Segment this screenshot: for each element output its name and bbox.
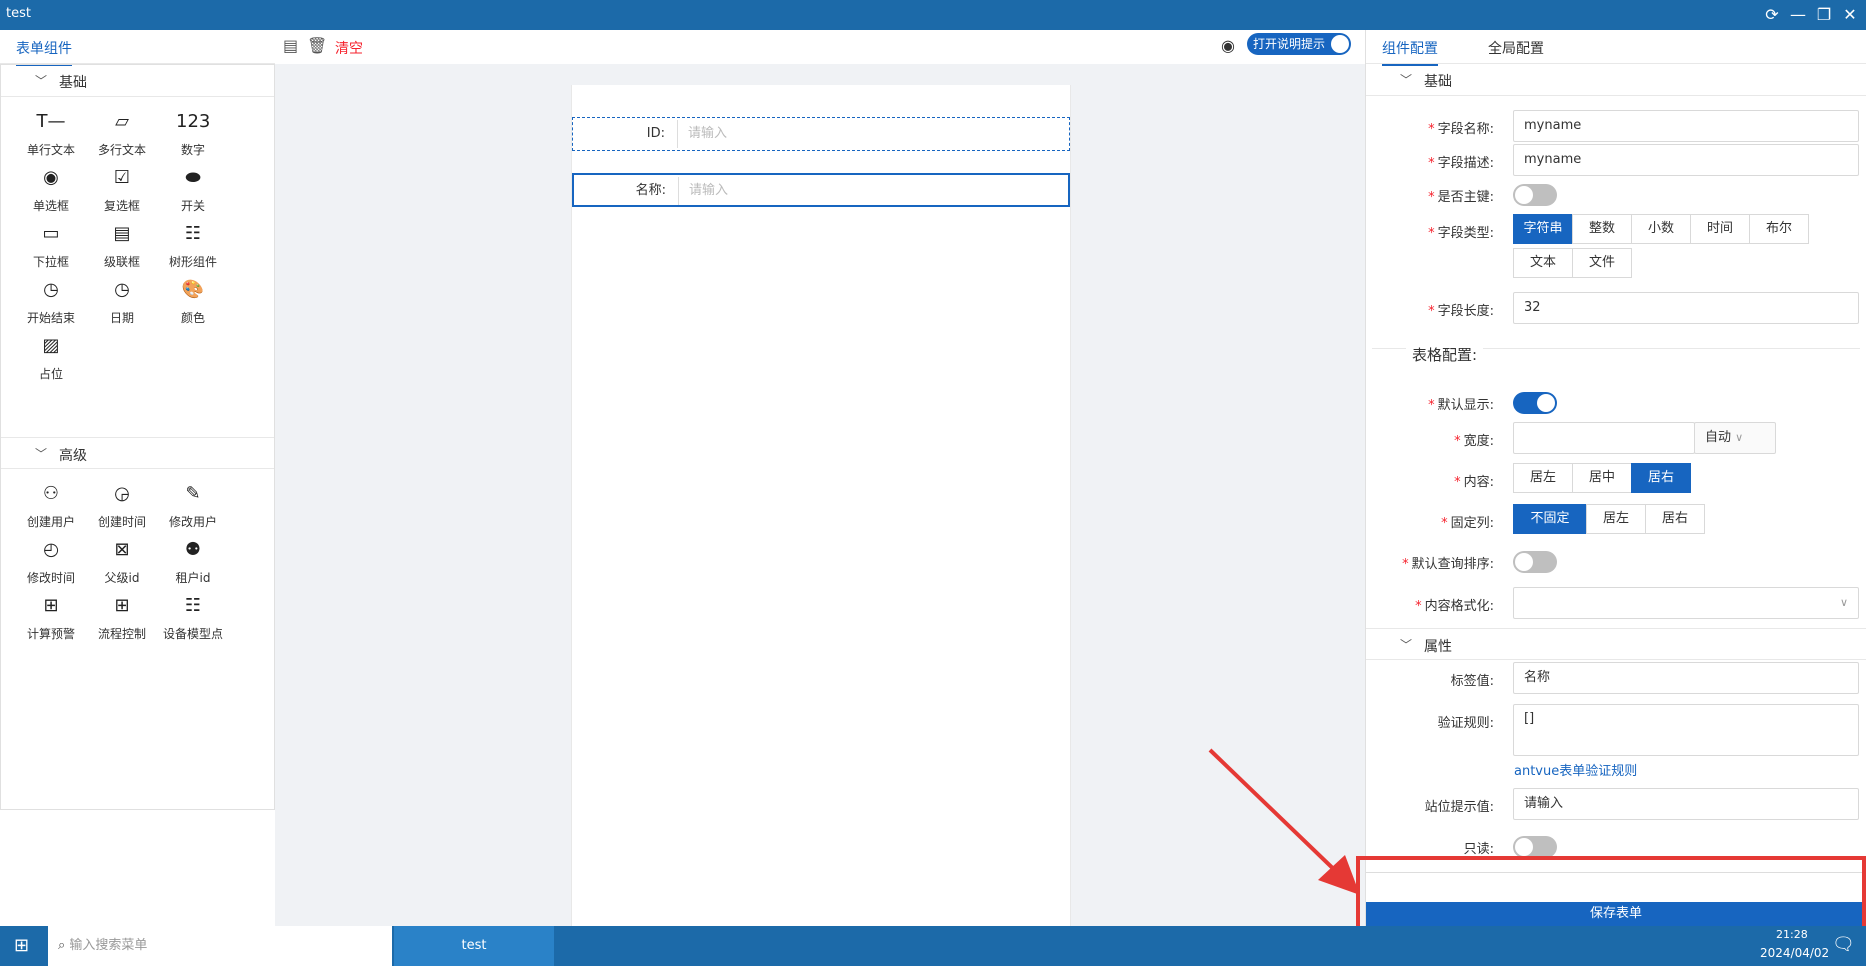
notification-icon[interactable]: 🗨 xyxy=(1832,934,1855,955)
annotation-arrow-line xyxy=(1208,748,1347,882)
annotation-overlay xyxy=(1208,748,1866,936)
search-icon: ⌕ xyxy=(58,938,66,953)
clock-date: 2024/04/02 xyxy=(1760,946,1830,960)
taskbar-app-test[interactable]: test xyxy=(394,926,554,966)
annotation-box xyxy=(1356,856,1866,936)
taskbar: ⊞ ⌕ 输入搜索菜单 test 21:28 2024/04/02 🗨 xyxy=(0,926,1866,966)
clock-time: 21:28 xyxy=(1776,928,1808,941)
search-placeholder: 输入搜索菜单 xyxy=(69,938,148,953)
windows-start-icon[interactable]: ⊞ xyxy=(14,935,29,956)
taskbar-search[interactable]: ⌕ 输入搜索菜单 xyxy=(48,926,392,966)
